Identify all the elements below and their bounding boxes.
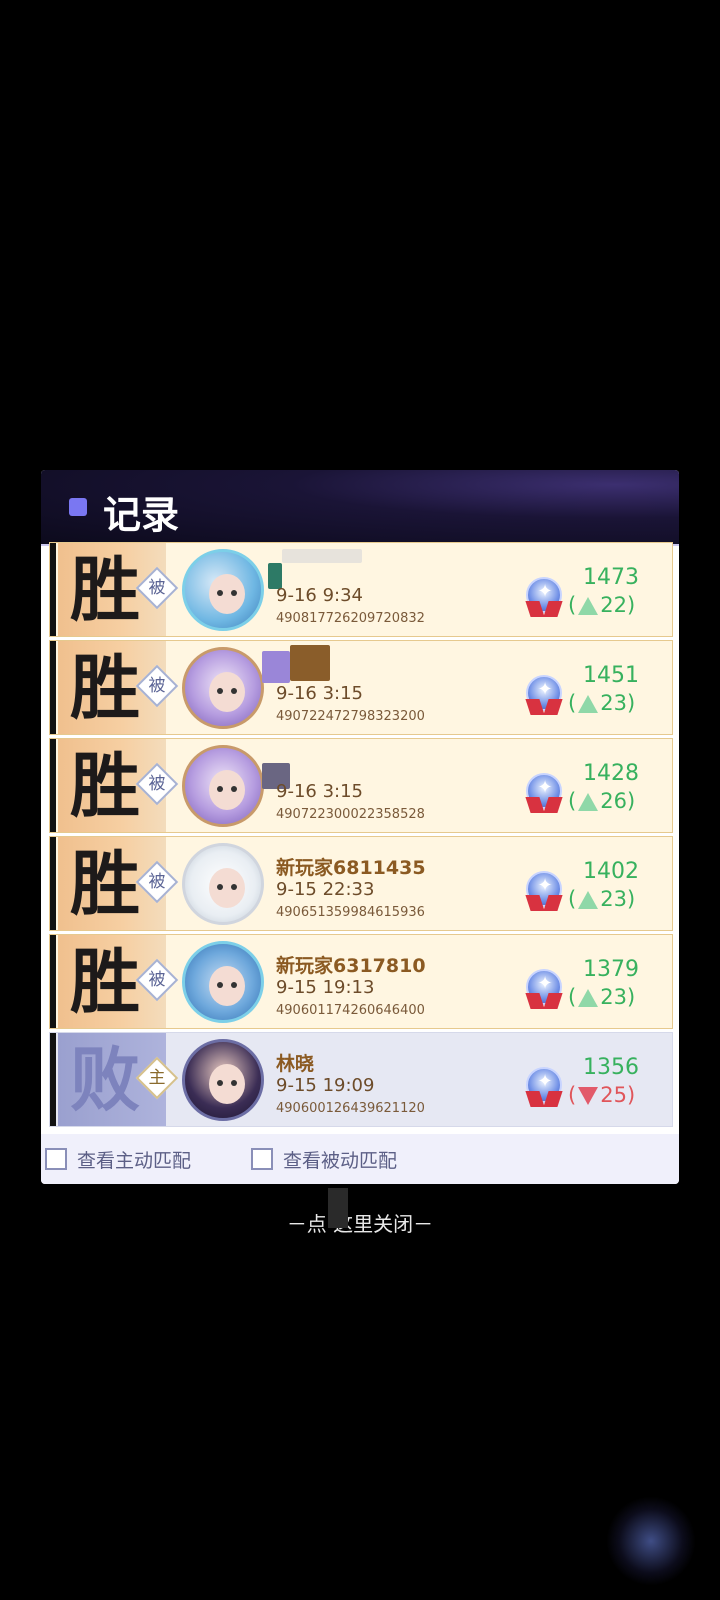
down-arrow-icon xyxy=(578,1087,599,1105)
floating-assistant-icon[interactable] xyxy=(606,1496,696,1586)
role-badge-label: 被 xyxy=(148,676,166,696)
up-arrow-icon xyxy=(578,695,599,713)
score: 1451 xyxy=(583,663,639,688)
passive-match-checkbox[interactable] xyxy=(251,1148,273,1170)
role-badge-label: 被 xyxy=(148,774,166,794)
records-panel: 记录 胜 被 9-16 9:34 490817726209720832 ✦ 14… xyxy=(41,470,679,1184)
record-row[interactable]: 胜 被 9-16 3:15 490722300022358528 ✦ 1428 … xyxy=(49,738,673,833)
match-time: 9-16 3:15 xyxy=(276,781,363,802)
avatar[interactable] xyxy=(182,843,264,925)
record-row[interactable]: 胜 被 新玩家6811435 9-15 22:33 49065135998461… xyxy=(49,836,673,931)
player-name: 林晓 xyxy=(276,1053,315,1075)
score-delta: (23) xyxy=(568,887,636,911)
row-stripe xyxy=(50,935,56,1028)
close-hint[interactable]: －点 这里关闭－ xyxy=(0,1208,720,1237)
score: 1428 xyxy=(583,761,639,786)
filter-bar: 查看主动匹配 查看被动匹配 xyxy=(41,1134,679,1184)
passive-match-label[interactable]: 查看被动匹配 xyxy=(283,1146,397,1173)
avatar[interactable] xyxy=(182,941,264,1023)
match-id: 490722472798323200 xyxy=(276,709,425,724)
panel-header: 记录 xyxy=(41,470,679,546)
result-label: 败 xyxy=(70,1038,140,1121)
match-id: 490601174260646400 xyxy=(276,1003,425,1018)
row-stripe xyxy=(50,739,56,832)
match-id: 490722300022358528 xyxy=(276,807,425,822)
record-row[interactable]: 胜 被 新玩家6317810 9-15 19:13 49060117426064… xyxy=(49,934,673,1029)
match-id: 490817726209720832 xyxy=(276,611,425,626)
row-stripe xyxy=(50,543,56,636)
score: 1473 xyxy=(583,565,639,590)
score: 1356 xyxy=(583,1055,639,1080)
player-name: 新玩家6811435 xyxy=(276,857,426,879)
score-delta: (25) xyxy=(568,1083,636,1107)
cursor-overlay xyxy=(328,1188,348,1228)
role-badge-label: 被 xyxy=(148,872,166,892)
censor-block xyxy=(262,651,290,683)
star-icon: ✦ xyxy=(537,1071,553,1092)
star-icon: ✦ xyxy=(537,973,553,994)
result-label: 胜 xyxy=(70,744,140,827)
star-icon: ✦ xyxy=(537,679,553,700)
avatar[interactable] xyxy=(182,1039,264,1121)
star-icon: ✦ xyxy=(537,875,553,896)
avatar[interactable] xyxy=(182,647,264,729)
up-arrow-icon xyxy=(578,793,599,811)
row-stripe xyxy=(50,837,56,930)
up-arrow-icon xyxy=(578,989,599,1007)
avatar[interactable] xyxy=(182,549,264,631)
score-delta: (23) xyxy=(568,691,636,715)
header-square-icon xyxy=(69,498,87,516)
row-stripe xyxy=(50,641,56,734)
match-id: 490651359984615936 xyxy=(276,905,425,920)
match-time: 9-15 19:09 xyxy=(276,1075,375,1096)
record-row[interactable]: 胜 被 9-16 9:34 490817726209720832 ✦ 1473 … xyxy=(49,542,673,637)
score-delta: (26) xyxy=(568,789,636,813)
up-arrow-icon xyxy=(578,597,599,615)
censor-block xyxy=(290,645,330,681)
match-time: 9-16 3:15 xyxy=(276,683,363,704)
match-time: 9-16 9:34 xyxy=(276,585,363,606)
active-match-checkbox[interactable] xyxy=(45,1148,67,1170)
avatar[interactable] xyxy=(182,745,264,827)
up-arrow-icon xyxy=(578,891,599,909)
match-id: 490600126439621120 xyxy=(276,1101,425,1116)
star-icon: ✦ xyxy=(537,777,553,798)
role-badge-label: 被 xyxy=(148,578,166,598)
score-delta: (23) xyxy=(568,985,636,1009)
match-time: 9-15 22:33 xyxy=(276,879,375,900)
result-label: 胜 xyxy=(70,646,140,729)
row-stripe xyxy=(50,1033,56,1126)
result-label: 胜 xyxy=(70,940,140,1023)
star-icon: ✦ xyxy=(537,581,553,602)
censor-block xyxy=(282,549,362,563)
score: 1379 xyxy=(583,957,639,982)
match-time: 9-15 19:13 xyxy=(276,977,375,998)
player-name: 新玩家6317810 xyxy=(276,955,426,977)
role-badge-label: 被 xyxy=(148,970,166,990)
record-row[interactable]: 胜 被 9-16 3:15 490722472798323200 ✦ 1451 … xyxy=(49,640,673,735)
active-match-label[interactable]: 查看主动匹配 xyxy=(77,1146,191,1173)
score-delta: (22) xyxy=(568,593,636,617)
result-label: 胜 xyxy=(70,548,140,631)
role-badge-label: 主 xyxy=(148,1068,166,1088)
panel-title: 记录 xyxy=(103,492,180,537)
record-row[interactable]: 败 主 林晓 9-15 19:09 490600126439621120 ✦ 1… xyxy=(49,1032,673,1127)
score: 1402 xyxy=(583,859,639,884)
result-label: 胜 xyxy=(70,842,140,925)
